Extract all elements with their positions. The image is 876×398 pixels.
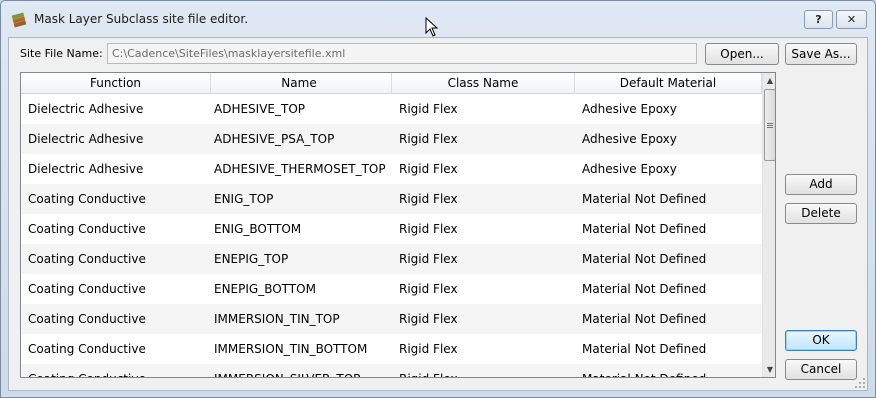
- table-header: Function Name Class Name Default Materia…: [21, 73, 762, 94]
- cell-default-material: Material Not Defined: [575, 364, 762, 377]
- cell-name: ENEPIG_BOTTOM: [214, 282, 316, 296]
- window-title: Mask Layer Subclass site file editor.: [34, 12, 249, 26]
- cell-function: Dielectric Adhesive: [28, 162, 144, 176]
- cell-function: Dielectric Adhesive: [28, 102, 144, 116]
- cell-default-material: Adhesive Epoxy: [582, 102, 677, 116]
- cell-class-name: Rigid Flex: [399, 132, 458, 146]
- cell-class-name: Rigid Flex: [399, 252, 458, 266]
- mouse-pointer-icon: [425, 17, 439, 37]
- cell-class-name: Rigid Flex: [399, 282, 458, 296]
- cell-class-name: Rigid Flex: [399, 342, 458, 356]
- cell-default-material: Material Not Defined: [582, 192, 707, 206]
- site-file-label: Site File Name:: [20, 47, 103, 60]
- cell-function: Coating Conductive: [28, 342, 146, 356]
- table-row[interactable]: Coating Conductive ENEPIG_BOTTOM Rigid F…: [21, 274, 762, 304]
- cell-function: Coating Conductive: [28, 222, 146, 236]
- table-row[interactable]: Dielectric Adhesive ADHESIVE_TOP Rigid F…: [21, 94, 762, 124]
- title-bar[interactable]: Mask Layer Subclass site file editor. ? …: [1, 1, 875, 37]
- subclass-table: Function Name Class Name Default Materia…: [20, 72, 776, 378]
- cell-default-material: Material Not Defined: [582, 252, 707, 266]
- editor-window: Mask Layer Subclass site file editor. ? …: [0, 0, 876, 398]
- cell-name: IMMERSION_TIN_TOP: [214, 312, 340, 326]
- cell-class-name: Rigid Flex: [399, 312, 458, 326]
- cell-default-material: Adhesive Epoxy: [582, 162, 677, 176]
- cell-name: IMMERSION_TIN_BOTTOM: [214, 342, 368, 356]
- site-file-input[interactable]: [107, 43, 697, 64]
- cell-name: ADHESIVE_TOP: [214, 102, 306, 116]
- delete-button[interactable]: Delete: [785, 203, 857, 224]
- cell-name: IMMERSION_SILVER_TOP: [207, 364, 392, 377]
- cell-function: Coating Conductive: [21, 364, 211, 377]
- scrollbar-thumb[interactable]: [764, 89, 775, 161]
- column-header-function[interactable]: Function: [21, 73, 211, 94]
- open-button[interactable]: Open...: [705, 43, 779, 65]
- cell-default-material: Material Not Defined: [582, 342, 707, 356]
- cell-class-name: Rigid Flex: [399, 162, 458, 176]
- cell-class-name: Rigid Flex: [392, 364, 575, 377]
- table-row[interactable]: Coating Conductive ENIG_BOTTOM Rigid Fle…: [21, 214, 762, 244]
- cell-name: ADHESIVE_THERMOSET_TOP: [214, 162, 386, 176]
- vertical-scrollbar[interactable]: ▲ ▼: [762, 73, 775, 377]
- help-button[interactable]: ?: [804, 10, 833, 29]
- scroll-down-arrow-icon[interactable]: ▼: [763, 362, 775, 377]
- cell-name: ENIG_TOP: [214, 192, 274, 206]
- cell-default-material: Material Not Defined: [582, 312, 707, 326]
- cell-class-name: Rigid Flex: [399, 222, 458, 236]
- table-row[interactable]: Coating Conductive IMMERSION_SILVER_TOP …: [21, 364, 762, 377]
- close-button[interactable]: ✕: [836, 10, 867, 29]
- cell-function: Coating Conductive: [28, 192, 146, 206]
- cell-name: ADHESIVE_PSA_TOP: [214, 132, 335, 146]
- resize-grip-icon[interactable]: [855, 378, 866, 389]
- scroll-up-arrow-icon[interactable]: ▲: [763, 73, 775, 88]
- cell-function: Coating Conductive: [28, 312, 146, 326]
- cell-function: Coating Conductive: [28, 282, 146, 296]
- cell-name: ENEPIG_TOP: [214, 252, 289, 266]
- add-button[interactable]: Add: [785, 174, 857, 195]
- cell-default-material: Material Not Defined: [582, 282, 707, 296]
- table-row[interactable]: Coating Conductive ENEPIG_TOP Rigid Flex…: [21, 244, 762, 274]
- cell-function: Coating Conductive: [28, 252, 146, 266]
- column-header-name[interactable]: Name: [207, 73, 392, 94]
- cell-default-material: Material Not Defined: [582, 222, 707, 236]
- cell-class-name: Rigid Flex: [399, 102, 458, 116]
- ok-button[interactable]: OK: [785, 330, 857, 351]
- cell-function: Dielectric Adhesive: [28, 132, 144, 146]
- save-as-button[interactable]: Save As...: [785, 43, 857, 65]
- table-row[interactable]: Dielectric Adhesive ADHESIVE_THERMOSET_T…: [21, 154, 762, 184]
- layers-icon: [11, 12, 27, 28]
- column-header-class-name[interactable]: Class Name: [392, 73, 575, 94]
- cell-name: ENIG_BOTTOM: [214, 222, 302, 236]
- table-row[interactable]: Coating Conductive IMMERSION_TIN_BOTTOM …: [21, 334, 762, 364]
- grip-icon: [767, 123, 773, 128]
- column-header-default-material[interactable]: Default Material: [575, 73, 762, 94]
- table-row[interactable]: Coating Conductive ENIG_TOP Rigid Flex M…: [21, 184, 762, 214]
- table-row[interactable]: Coating Conductive IMMERSION_TIN_TOP Rig…: [21, 304, 762, 334]
- dialog-body: Site File Name: Open... Save As... Funct…: [8, 37, 868, 391]
- cell-default-material: Adhesive Epoxy: [582, 132, 677, 146]
- table-row[interactable]: Dielectric Adhesive ADHESIVE_PSA_TOP Rig…: [21, 124, 762, 154]
- cell-class-name: Rigid Flex: [399, 192, 458, 206]
- cancel-button[interactable]: Cancel: [785, 359, 857, 380]
